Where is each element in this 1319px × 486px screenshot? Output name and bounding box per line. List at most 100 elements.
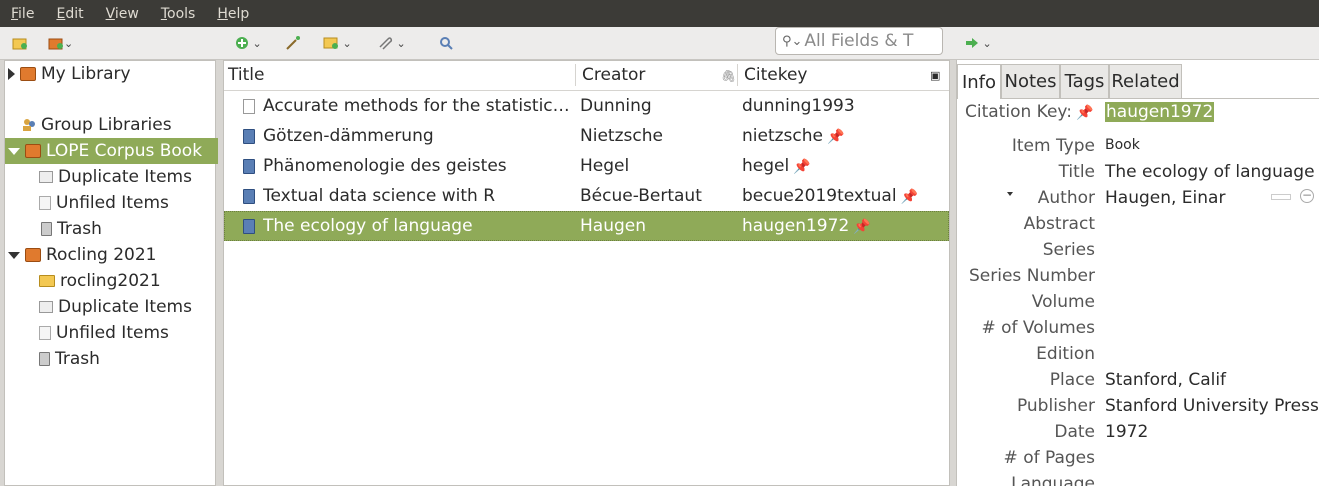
field-label-language: Language <box>1011 474 1095 486</box>
field-label-series: Series <box>1042 240 1095 260</box>
pin-icon: 📌 <box>853 219 871 235</box>
search-placeholder: All Fields & T <box>804 31 914 51</box>
expand-arrow-icon[interactable] <box>8 68 15 80</box>
menu-tools[interactable]: Tools <box>150 6 207 22</box>
field-value-author[interactable]: Haugen, Einar <box>1105 188 1225 208</box>
library-icon <box>20 67 36 81</box>
field-label-volume: Volume <box>1031 292 1095 312</box>
item-tabs: Info Notes Tags Related <box>957 60 1319 99</box>
table-row-selected[interactable]: The ecology of language Haugen haugen197… <box>224 211 949 241</box>
field-value-item-type[interactable]: Book <box>1105 137 1140 153</box>
tree-lope-corpus-book[interactable]: LOPE Corpus Book <box>5 138 218 164</box>
column-header-citekey[interactable]: Citekey <box>744 65 807 85</box>
menu-view[interactable]: View <box>95 6 150 22</box>
pin-icon: 📌 <box>1075 105 1094 121</box>
tab-related[interactable]: Related <box>1109 64 1182 98</box>
tab-info[interactable]: Info <box>957 64 1001 99</box>
row-creator: Dunning <box>580 96 652 116</box>
new-note-button[interactable]: ⌄ <box>323 33 352 53</box>
column-separator[interactable] <box>737 64 738 86</box>
row-citekey: becue2019textual 📌 <box>742 186 918 206</box>
field-label-num-volumes: # of Volumes <box>981 318 1095 338</box>
row-title: Phänomenologie des geistes <box>263 156 507 176</box>
tree-rocling-trash[interactable]: Trash <box>5 346 249 372</box>
chevron-down-icon: ⌄ <box>249 36 262 50</box>
new-collection-button[interactable] <box>12 33 28 53</box>
paperclip-icon <box>379 37 393 50</box>
trash-icon <box>41 222 52 236</box>
duplicate-icon <box>39 171 53 183</box>
new-library-button[interactable]: ⌄ <box>48 33 73 53</box>
row-title: Götzen-dämmerung <box>263 126 434 146</box>
tab-notes[interactable]: Notes <box>1001 64 1060 98</box>
tree-lope-unfiled-items[interactable]: Unfiled Items <box>5 190 249 216</box>
library-icon <box>48 38 63 50</box>
column-header-creator[interactable]: Creator <box>582 65 645 85</box>
field-label-num-pages: # of Pages <box>1003 448 1095 468</box>
book-icon <box>243 129 255 144</box>
field-value-date[interactable]: 1972 <box>1105 422 1148 442</box>
tree-lope-duplicate-items[interactable]: Duplicate Items <box>5 164 249 190</box>
add-icon <box>236 37 248 49</box>
advanced-search-button[interactable] <box>439 33 453 53</box>
tree-group-libraries[interactable]: Group Libraries <box>5 112 232 138</box>
chevron-down-icon: ⌄ <box>393 36 406 50</box>
field-label-series-number: Series Number <box>969 266 1095 286</box>
row-title: Textual data science with R <box>263 186 496 206</box>
new-item-button[interactable]: ⌄ <box>235 33 262 53</box>
tree-lope-trash[interactable]: Trash <box>5 216 251 242</box>
menu-edit[interactable]: Edit <box>45 6 94 22</box>
attachment-column-icon[interactable]: 🖇 <box>721 69 736 83</box>
new-collection-icon <box>12 38 27 50</box>
book-icon <box>243 159 255 174</box>
library-icon <box>25 144 41 158</box>
item-pane: Info Notes Tags Related Citation Key: 📌 h… <box>956 60 1319 486</box>
column-separator[interactable] <box>575 64 576 86</box>
tree-rocling-duplicate-items[interactable]: Duplicate Items <box>5 294 249 320</box>
collapse-arrow-icon[interactable] <box>8 251 20 259</box>
field-value-title[interactable]: The ecology of language <box>1105 162 1315 182</box>
table-row[interactable]: Textual data science with R Bécue-Bertau… <box>224 181 949 211</box>
document-icon <box>243 99 255 114</box>
field-value-place[interactable]: Stanford, Calif <box>1105 370 1226 390</box>
add-by-identifier-button[interactable] <box>285 33 301 53</box>
remove-creator-icon[interactable]: − <box>1300 189 1314 203</box>
group-icon <box>23 119 35 131</box>
chevron-down-icon: ⌄ <box>979 36 992 50</box>
table-row[interactable]: Phänomenologie des geistes Hegel hegel 📌 <box>224 151 949 181</box>
table-row[interactable]: Götzen-dämmerung Nietzsche nietzsche 📌 <box>224 121 949 151</box>
search-input[interactable]: ⚲⌄ All Fields & T <box>775 27 943 55</box>
row-citekey: nietzsche 📌 <box>742 126 845 146</box>
tree-rocling-2021[interactable]: Rocling 2021 <box>5 242 218 268</box>
magnifier-icon <box>440 37 453 50</box>
collapse-arrow-icon[interactable] <box>8 147 20 155</box>
trash-full-icon <box>39 352 50 366</box>
arrow-right-icon <box>966 38 978 48</box>
unfiled-icon <box>39 326 51 340</box>
tree-rocling2021-folder[interactable]: rocling2021 <box>5 268 249 294</box>
menu-help[interactable]: Help <box>206 6 260 22</box>
citation-key-value[interactable]: haugen1972 <box>1105 102 1215 122</box>
magic-wand-icon <box>286 36 300 50</box>
collections-pane: My Library Group Libraries LOPE Corpus B… <box>4 60 218 486</box>
creator-type-dropdown-icon[interactable] <box>1007 192 1013 196</box>
column-picker-icon[interactable]: ▣ <box>930 69 940 82</box>
book-icon <box>243 189 255 204</box>
items-table-header: Title Creator 🖇 Citekey ▣ <box>224 61 949 91</box>
field-label-author[interactable]: Author <box>1038 188 1095 208</box>
row-citekey: dunning1993 <box>742 96 855 116</box>
column-header-title[interactable]: Title <box>228 65 264 85</box>
tree-rocling-unfiled-items[interactable]: Unfiled Items <box>5 320 249 346</box>
unfiled-icon <box>39 196 51 210</box>
add-attachment-button[interactable]: ⌄ <box>377 33 406 53</box>
citation-key-label: Citation Key: 📌 <box>965 102 1094 122</box>
table-row[interactable]: Accurate methods for the statistics of s… <box>224 91 949 121</box>
duplicate-icon <box>39 301 53 313</box>
swap-names-icon[interactable] <box>1271 194 1291 200</box>
tree-my-library[interactable]: My Library <box>5 61 218 87</box>
tab-tags[interactable]: Tags <box>1060 64 1109 98</box>
row-citekey: haugen1972 📌 <box>742 216 871 236</box>
menu-file[interactable]: File <box>0 6 45 22</box>
field-value-publisher[interactable]: Stanford University Press <box>1105 396 1319 416</box>
locate-button[interactable]: ⌄ <box>965 33 992 53</box>
